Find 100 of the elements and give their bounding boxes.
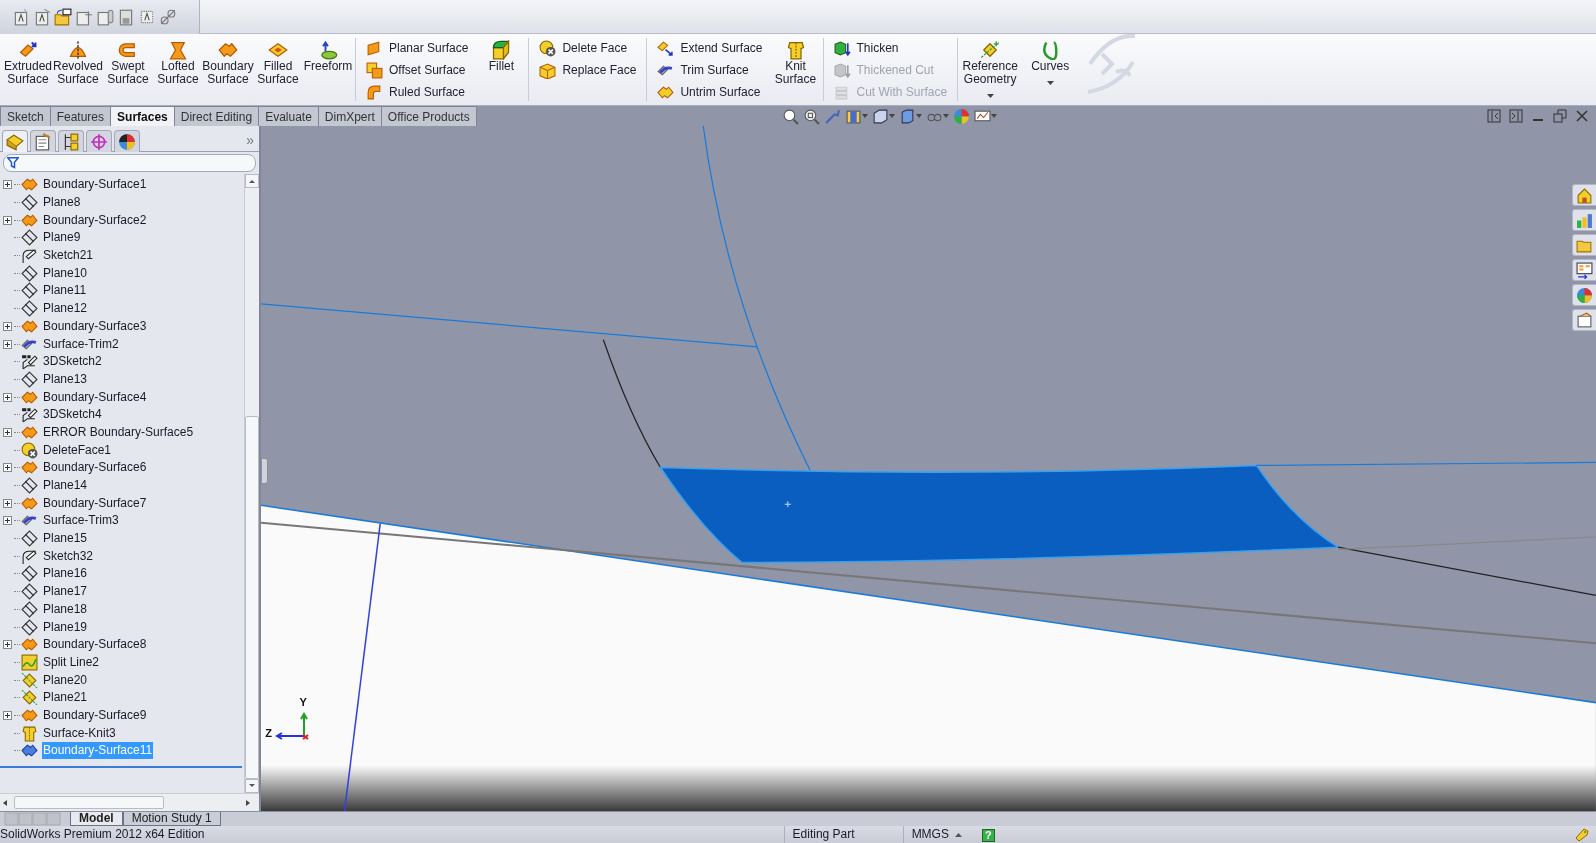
expand-icon[interactable] xyxy=(2,215,12,225)
new-drawing-icon[interactable] xyxy=(12,8,30,26)
tree-item[interactable]: Boundary-Surface7 xyxy=(42,494,148,512)
expand-icon[interactable] xyxy=(2,463,12,473)
ribbon-button[interactable]: Fillet xyxy=(476,34,527,105)
tree-item[interactable]: Boundary-Surface4 xyxy=(42,388,148,406)
task-pane-tab[interactable] xyxy=(1572,284,1596,306)
ribbon-button[interactable]: Extend Surface xyxy=(655,38,765,58)
frame-icon[interactable] xyxy=(138,8,156,26)
ribbon-button[interactable]: Trim Surface xyxy=(655,60,765,80)
appearance-icon[interactable] xyxy=(952,107,970,125)
tree-item[interactable]: Plane9 xyxy=(42,229,82,247)
ribbon-button[interactable]: Filled Surface xyxy=(253,34,303,105)
tree-item[interactable]: Plane16 xyxy=(42,565,89,583)
tree-item[interactable]: Surface-Knit3 xyxy=(42,724,117,742)
vertical-scrollbar[interactable] xyxy=(244,174,260,793)
zoom-fit-icon[interactable] xyxy=(781,107,799,125)
ribbon-button[interactable]: Revolved Surface xyxy=(53,34,103,105)
ribbon-button[interactable]: Replace Face xyxy=(537,60,639,80)
panel-tab[interactable] xyxy=(30,130,56,152)
tree-item[interactable]: ERROR Boundary-Surface5 xyxy=(42,423,195,441)
close-icon[interactable] xyxy=(1574,108,1590,124)
tree-item[interactable]: Plane19 xyxy=(42,618,89,636)
expand-icon[interactable] xyxy=(2,710,12,720)
add-sheet-icon[interactable] xyxy=(75,8,93,26)
scroll-thumb[interactable] xyxy=(245,416,260,779)
tree-item[interactable]: Boundary-Surface9 xyxy=(42,706,148,724)
link-icon[interactable] xyxy=(159,8,177,26)
scroll-down-icon[interactable] xyxy=(245,779,260,793)
ribbon-button[interactable]: Ruled Surface xyxy=(364,82,471,102)
tree-item[interactable]: Plane18 xyxy=(42,600,89,618)
tab[interactable]: Model xyxy=(70,812,123,826)
tree-item[interactable]: Boundary-Surface6 xyxy=(42,459,148,477)
ribbon-button[interactable]: Reference Geometry xyxy=(960,34,1021,105)
tab[interactable]: DimXpert xyxy=(317,106,382,126)
tree-item[interactable]: Boundary-Surface2 xyxy=(42,211,148,229)
tree-item[interactable]: Plane21 xyxy=(42,689,89,707)
horizontal-scrollbar[interactable] xyxy=(0,793,260,811)
expand-icon[interactable] xyxy=(2,180,12,190)
tree-item[interactable]: Plane11 xyxy=(42,282,88,300)
open-folder-icon[interactable] xyxy=(54,8,72,26)
caret-icon[interactable] xyxy=(861,114,868,118)
tab[interactable]: Evaluate xyxy=(258,106,319,126)
tab[interactable]: Office Products xyxy=(380,106,477,126)
ribbon-button[interactable]: Curves xyxy=(1020,34,1081,105)
tree-item[interactable]: Surface-Trim2 xyxy=(42,335,120,353)
task-pane-tab[interactable] xyxy=(1572,209,1596,231)
tab[interactable]: Sketch xyxy=(0,106,51,126)
tree-item[interactable]: Boundary-Surface1 xyxy=(42,176,148,194)
expand-icon[interactable] xyxy=(2,640,12,650)
tree-item[interactable]: Boundary-Surface8 xyxy=(42,636,148,654)
tree-item[interactable]: Sketch21 xyxy=(42,247,95,265)
ribbon-button[interactable]: Planar Surface xyxy=(364,38,471,58)
filter-field[interactable] xyxy=(3,154,257,172)
panel-collapse-handle[interactable] xyxy=(261,458,269,484)
task-pane-tab[interactable] xyxy=(1572,309,1596,331)
tree-item[interactable]: Plane17 xyxy=(42,583,89,601)
tab[interactable]: Motion Study 1 xyxy=(122,812,221,826)
caret-icon[interactable] xyxy=(942,114,949,118)
restore-icon[interactable] xyxy=(1552,108,1568,124)
units-selector[interactable]: MMGS xyxy=(902,826,970,843)
ribbon-button[interactable]: Delete Face xyxy=(537,38,639,58)
note-icon[interactable] xyxy=(33,8,51,26)
tab[interactable]: Features xyxy=(49,106,112,126)
tree-item[interactable]: Split Line2 xyxy=(42,653,101,671)
tab[interactable]: Direct Editing xyxy=(173,106,260,126)
tree-item[interactable]: 3DSketch4 xyxy=(42,406,103,424)
ribbon-button[interactable]: Freeform xyxy=(303,34,353,105)
ribbon-button[interactable]: Extruded Surface xyxy=(3,34,53,105)
ribbon-button[interactable]: Untrim Surface xyxy=(655,82,765,102)
expand-chevron[interactable]: » xyxy=(246,130,255,151)
tree-item[interactable]: Plane15 xyxy=(42,530,89,548)
tree-item[interactable]: Plane8 xyxy=(42,194,82,212)
caret-icon[interactable] xyxy=(888,114,895,118)
tree-item[interactable]: Plane14 xyxy=(42,477,89,495)
expand-icon[interactable] xyxy=(2,427,12,437)
save-icon[interactable] xyxy=(117,8,135,26)
scroll-up-icon[interactable] xyxy=(245,174,260,188)
expand-icon[interactable] xyxy=(2,321,12,331)
sheet-icon[interactable] xyxy=(96,8,114,26)
ribbon-button[interactable]: Lofted Surface xyxy=(153,34,203,105)
tree-item[interactable]: Sketch32 xyxy=(42,547,95,565)
task-pane-tab[interactable] xyxy=(1572,259,1596,281)
tree-item[interactable]: Surface-Trim3 xyxy=(42,512,120,530)
tile-left-icon[interactable] xyxy=(1486,108,1502,124)
expand-icon[interactable] xyxy=(2,392,12,402)
scroll-thumb[interactable] xyxy=(14,796,164,809)
panel-tab[interactable] xyxy=(58,130,84,152)
zoom-area-icon[interactable] xyxy=(802,107,820,125)
ribbon-button[interactable]: Knit Surface xyxy=(770,34,821,105)
ribbon-button[interactable]: Swept Surface xyxy=(103,34,153,105)
caret-icon[interactable] xyxy=(915,114,922,118)
tree-item[interactable]: 3DSketch2 xyxy=(42,353,103,371)
expand-icon[interactable] xyxy=(2,498,12,508)
tree-item[interactable]: Plane20 xyxy=(42,671,89,689)
tree-item[interactable]: Plane12 xyxy=(42,300,89,318)
ribbon-button[interactable]: Thicken xyxy=(831,38,950,58)
panel-tab[interactable] xyxy=(114,130,140,152)
tag-icon[interactable] xyxy=(1574,826,1590,842)
caret-icon[interactable] xyxy=(990,114,997,118)
